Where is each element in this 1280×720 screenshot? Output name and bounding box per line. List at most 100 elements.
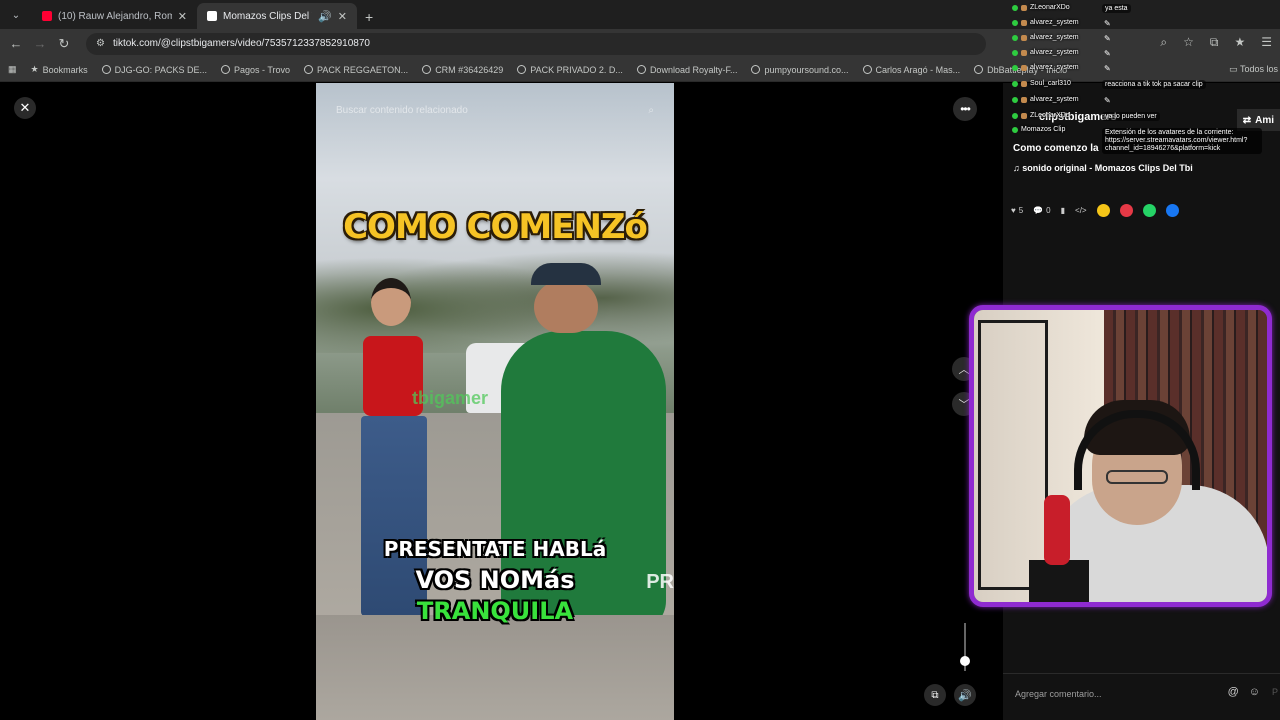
close-tab-icon[interactable]: ✕ [338, 10, 347, 23]
chat-row: alvarez_system [1012, 96, 1079, 103]
forward-icon[interactable]: → [28, 36, 52, 51]
zoom-icon[interactable]: ⌕ [1160, 35, 1167, 50]
back-icon[interactable]: ← [4, 36, 28, 51]
heart-icon: ♥ [1011, 205, 1016, 215]
caption-line: TRANQUILA [416, 597, 574, 625]
video-caption-top: COMO COMENZó [343, 207, 648, 247]
bookmark-item[interactable]: Download Royalty-F... [636, 65, 737, 75]
chat-row: alvarez_system [1012, 19, 1079, 26]
reading-list-icon[interactable]: ☰ [1261, 35, 1272, 50]
new-tab-icon[interactable]: + [365, 9, 373, 25]
bookmark-icon: ▮ [1060, 205, 1066, 215]
bookmark-item[interactable]: pumpyoursound.co... [751, 65, 849, 75]
like-button[interactable]: ♥ 5 [1011, 206, 1023, 215]
friends-icon: ⇄ [1242, 114, 1252, 126]
search-icon[interactable]: ⌕ [648, 105, 654, 116]
screen: ⌄ (10) Rauw Alejandro, Romeo Santos ✕ Mo… [0, 0, 1280, 720]
video-player[interactable]: tbigamer Buscar contenido relacionado ⌕ … [316, 83, 674, 720]
chat-row: alvarez_system [1012, 49, 1079, 56]
pencil-icon: ✎ [1104, 96, 1111, 105]
globe-icon [974, 65, 984, 74]
caption-line: PRESENTATE HABLá [383, 537, 607, 561]
globe-icon [517, 65, 527, 74]
tiktok-video-page: ✕ tbigamer Buscar contenido relacionado … [0, 83, 1280, 720]
close-video-icon[interactable]: ✕ [14, 97, 36, 119]
globe-icon [304, 65, 313, 74]
tab-title: Momazos Clips Del Tbi (@clipstbigamers) [223, 10, 312, 22]
extension-note: Extensión de los avatares de la corrient… [1102, 128, 1262, 154]
folder-icon: ▭ [1229, 64, 1238, 74]
volume-icon[interactable]: 🔊 [954, 684, 976, 706]
share-red-icon[interactable] [1119, 203, 1133, 217]
toolbar-actions: ⌕ ☆ ⧉ ★ ☰ [1160, 35, 1272, 50]
browser-tab-bar: ⌄ (10) Rauw Alejandro, Romeo Santos ✕ Mo… [0, 0, 1280, 29]
reload-icon[interactable]: ↻ [52, 36, 76, 52]
bookmark-item[interactable]: CRM #36426429 [422, 65, 503, 75]
chat-row: ZLeonarXDo [1012, 4, 1070, 11]
bookmark-item[interactable]: PACK REGGAETON... [304, 65, 408, 75]
bookmark-item[interactable]: ★ Bookmarks [31, 64, 88, 75]
mention-icon[interactable]: @ [1228, 686, 1239, 698]
all-bookmarks-folder[interactable]: ▭ Todos los [1225, 64, 1278, 75]
chat-row: alvarez_system [1012, 64, 1079, 71]
share-blue-icon[interactable] [1165, 203, 1179, 217]
related-search-input[interactable]: Buscar contenido relacionado ⌕ [326, 97, 664, 123]
code-icon: </> [1075, 205, 1087, 215]
corner-watermark: PR [646, 571, 674, 593]
sound-link[interactable]: ♫ sonido original - Momazos Clips Del Tb… [1013, 163, 1193, 173]
globe-icon [636, 65, 646, 74]
close-tab-icon[interactable]: ✕ [178, 10, 187, 23]
pencil-icon: ✎ [1104, 19, 1111, 28]
comment-input[interactable]: Agregar comentario... @ ☺ P [1003, 673, 1280, 713]
pencil-icon: ✎ [1104, 34, 1111, 43]
apps-icon[interactable]: ▦ [8, 64, 17, 75]
post-button[interactable]: P [1272, 687, 1278, 697]
video-watermark: tbigamer [412, 388, 489, 408]
browser-toolbar: ← → ↻ ⚙ tiktok.com/@clipstbigamers/video… [0, 29, 1280, 58]
globe-icon [101, 65, 111, 74]
pencil-icon: ✎ [1104, 64, 1111, 73]
url-text: tiktok.com/@clipstbigamers/video/7535712… [112, 38, 370, 49]
chat-row: alvarez_system [1012, 34, 1079, 41]
video-description: Como comenzo la [1013, 143, 1099, 154]
tab-youtube[interactable]: (10) Rauw Alejandro, Romeo Santos ✕ [32, 3, 197, 29]
bookmark-star-icon[interactable]: ☆ [1183, 35, 1194, 50]
tab-search-icon[interactable]: ⌄ [4, 3, 28, 27]
address-bar[interactable]: ⚙ tiktok.com/@clipstbigamers/video/75357… [86, 32, 986, 55]
more-options-icon[interactable]: ••• [953, 97, 977, 121]
video-bottom-strip [316, 615, 674, 720]
speaker-icon[interactable]: 🔊 [318, 10, 332, 23]
bookmark-item[interactable]: PACK PRIVADO 2. D... [517, 65, 623, 75]
emoji-icon[interactable]: ☺ [1249, 686, 1260, 698]
bookmark-item[interactable]: DJG-GO: PACKS DE... [101, 65, 207, 75]
star-icon: ★ [30, 64, 39, 74]
globe-icon [220, 65, 230, 74]
site-info-icon[interactable]: ⚙ [96, 38, 105, 49]
streamer-webcam [969, 305, 1272, 607]
bookmarks-bar: ▦ ★ Bookmarks DJG-GO: PACKS DE... Pagos -… [0, 58, 1280, 82]
chat-message: ya lo pueden ver [1102, 112, 1160, 121]
embed-button[interactable]: </> [1075, 206, 1087, 215]
chat-row: Momazos Clip [1012, 126, 1065, 133]
globe-icon [862, 65, 872, 74]
video-caption-bottom: PRESENTATE HABLá VOS NOMás TRANQUILA [316, 534, 674, 627]
favorites-icon[interactable]: ★ [1234, 35, 1245, 50]
tab-tiktok[interactable]: Momazos Clips Del Tbi (@clipstbigamers) … [197, 3, 357, 29]
globe-icon [751, 65, 761, 74]
share-yellow-icon[interactable] [1096, 203, 1110, 217]
pencil-icon: ✎ [1104, 49, 1111, 58]
chat-row: ZLeonarXDo [1012, 112, 1070, 119]
comment-button[interactable]: 💬 0 [1033, 206, 1050, 215]
chat-message: reacciona a tik tok pa sacar clip [1102, 80, 1206, 89]
picture-in-picture-icon[interactable]: ⧉ [924, 684, 946, 706]
bookmark-item[interactable]: Carlos Aragó - Mas... [862, 65, 960, 75]
volume-slider-handle[interactable] [960, 656, 970, 667]
whatsapp-icon[interactable] [1142, 203, 1156, 217]
comment-icon: 💬 [1033, 205, 1044, 215]
save-button[interactable]: ▮ [1061, 206, 1065, 215]
tiktok-icon [207, 11, 217, 21]
extensions-icon[interactable]: ⧉ [1210, 35, 1219, 50]
youtube-icon [42, 11, 52, 21]
action-row: ♥ 5 💬 0 ▮ </> [1011, 195, 1280, 225]
bookmark-item[interactable]: Pagos - Trovo [220, 65, 290, 75]
